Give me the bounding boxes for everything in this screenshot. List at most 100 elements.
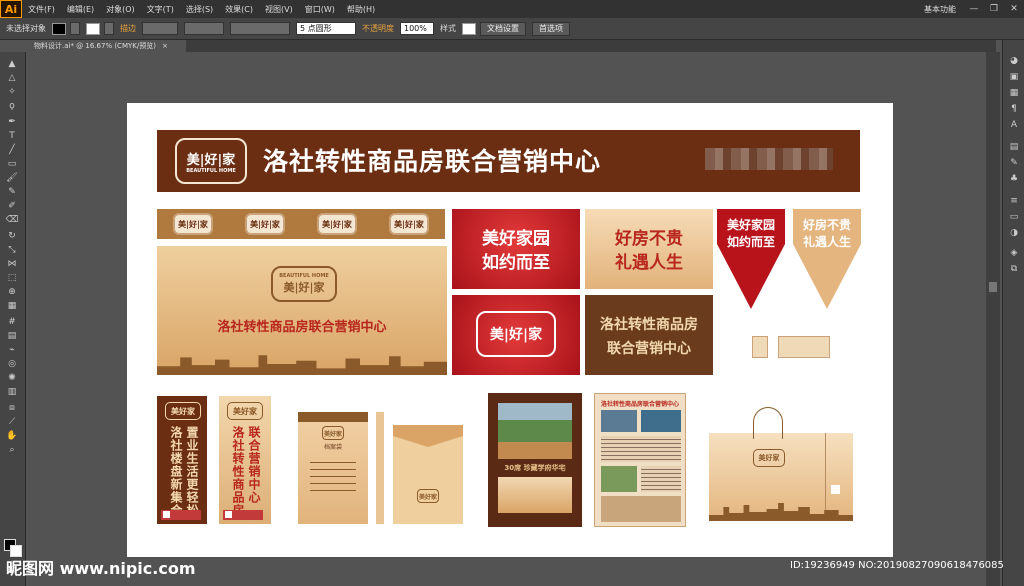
close-window-button[interactable]: ✕ (1004, 4, 1024, 14)
minimize-button[interactable]: — (964, 4, 984, 14)
symbols-panel-icon[interactable]: ♣ (1007, 174, 1021, 186)
shopping-bag-artwork[interactable]: 美好家 (709, 407, 853, 521)
menu-view[interactable]: 视图(V) (259, 4, 299, 15)
color-panel-icon[interactable]: ◕ (1007, 56, 1021, 68)
bag-qr-placeholder (831, 485, 840, 494)
magic-wand-tool-icon[interactable]: ✧ (5, 86, 19, 98)
hand-tool-icon[interactable]: ✋ (5, 430, 19, 442)
lasso-tool-icon[interactable]: ϙ (5, 100, 19, 112)
zoom-tool-icon[interactable]: ⌕ (5, 444, 19, 456)
layers-panel-icon[interactable]: ◈ (1007, 248, 1021, 260)
red-logo-card[interactable]: 美|好|家 (452, 295, 580, 375)
envelope-side-strip[interactable] (376, 412, 384, 524)
menu-effect[interactable]: 效果(C) (219, 4, 259, 15)
menu-edit[interactable]: 编辑(E) (61, 4, 100, 15)
poster-artwork[interactable]: 30席 珍藏学府华宅 (488, 393, 582, 527)
menu-help[interactable]: 帮助(H) (341, 4, 381, 15)
paintbrush-tool-icon[interactable]: 🖌 (5, 172, 19, 184)
variable-width-dropdown[interactable] (184, 22, 224, 35)
brown-rollup-stand[interactable]: 美好家 洛社楼盘新集合 置业生活更轻松 (157, 396, 207, 524)
artboard-tool-icon[interactable]: ⧈ (5, 402, 19, 414)
menu-window[interactable]: 窗口(W) (299, 4, 341, 15)
menu-select[interactable]: 选择(S) (180, 4, 219, 15)
cream-pennant-text: 好房不贵 礼遇人生 (793, 217, 861, 251)
character-panel-icon[interactable]: A (1007, 120, 1021, 132)
kt-board-artwork[interactable]: BEAUTIFUL HOME 美|好|家 洛社转性商品房联合营销中心 (157, 246, 447, 375)
shape-builder-tool-icon[interactable]: ⊕ (5, 286, 19, 298)
artboards-panel-icon[interactable]: ⧉ (1007, 264, 1021, 276)
stroke-profile-dropdown[interactable]: 5 点圆形 (296, 22, 356, 35)
style-swatch[interactable] (462, 22, 476, 35)
document-tab[interactable]: 物料设计.ai* @ 16.67% (CMYK/预览) × (26, 40, 186, 52)
brand-logo: 美|好|家 (389, 213, 429, 235)
symbol-sprayer-tool-icon[interactable]: ✺ (5, 372, 19, 384)
file-envelope-back[interactable]: 美好家 (393, 425, 463, 524)
document-setup-button[interactable]: 文档设置 (480, 21, 526, 36)
menu-file[interactable]: 文件(F) (22, 4, 61, 15)
blend-tool-icon[interactable]: ◎ (5, 358, 19, 370)
color-guide-icon[interactable]: ▣ (1007, 72, 1021, 84)
column-graph-tool-icon[interactable]: ▥ (5, 386, 19, 398)
mesh-tool-icon[interactable]: # (5, 316, 19, 328)
opacity-label[interactable]: 不透明度 (362, 23, 394, 34)
pencil-tool-icon[interactable]: ✎ (5, 186, 19, 198)
menu-object[interactable]: 对象(O) (100, 4, 141, 15)
opacity-input[interactable]: 100% (400, 22, 434, 35)
artboard[interactable]: 美|好|家 BEAUTIFUL HOME 洛社转性商品房联合营销中心 美|好|家… (127, 103, 893, 557)
maximize-button[interactable]: ❐ (984, 4, 1004, 14)
blob-brush-tool-icon[interactable]: ✐ (5, 200, 19, 212)
file-envelope-front[interactable]: 美好家 档案袋 (298, 412, 368, 524)
stroke-color-swatch[interactable] (86, 22, 100, 35)
small-wrap-artwork[interactable] (778, 336, 830, 358)
line-tool-icon[interactable]: ╱ (5, 144, 19, 156)
stroke-panel-icon[interactable]: ≡ (1007, 196, 1021, 208)
red-pennant-line-1: 美好家园 (726, 218, 775, 232)
red-slogan-card[interactable]: 美好家园 如约而至 (452, 209, 580, 289)
close-tab-icon[interactable]: × (162, 42, 168, 50)
logo-strip-artwork[interactable]: 美|好|家 美|好|家 美|好|家 美|好|家 (157, 209, 445, 239)
direct-selection-tool-icon[interactable]: △ (5, 72, 19, 84)
selection-tool-icon[interactable]: ▲ (5, 58, 19, 70)
rotate-tool-icon[interactable]: ↻ (5, 230, 19, 242)
small-cup-artwork[interactable] (752, 336, 768, 358)
cream-slogan-card[interactable]: 好房不贵 礼遇人生 (585, 209, 713, 289)
banner-artwork[interactable]: 美|好|家 BEAUTIFUL HOME 洛社转性商品房联合营销中心 (157, 130, 860, 192)
preferences-button[interactable]: 首选项 (532, 21, 570, 36)
scale-tool-icon[interactable]: ⤡ (5, 244, 19, 256)
brushes-panel-icon[interactable]: ✎ (1007, 158, 1021, 170)
cream-rollup-stand[interactable]: 美好家 洛社转性商品房 联合营销中心 (219, 396, 271, 524)
align-panel-icon[interactable]: ▤ (1007, 142, 1021, 154)
stand2-column-a: 洛社转性商品房 (231, 426, 245, 517)
red-pennant-flag[interactable]: 美好家园 如约而至 (717, 209, 785, 309)
menu-type[interactable]: 文字(T) (141, 4, 180, 15)
vertical-scrollbar[interactable] (986, 52, 1000, 586)
fill-color-swatch[interactable] (52, 22, 66, 35)
brush-dropdown[interactable] (230, 22, 290, 35)
scrollbar-thumb[interactable] (989, 282, 997, 292)
eraser-tool-icon[interactable]: ⌫ (5, 214, 19, 226)
stroke-weight-input[interactable] (142, 22, 178, 35)
swatches-panel-icon[interactable]: ▦ (1007, 88, 1021, 100)
slice-tool-icon[interactable]: ⟋ (5, 416, 19, 428)
pen-tool-icon[interactable]: ✒ (5, 116, 19, 128)
envelope-flap (393, 425, 463, 447)
transparency-panel-icon[interactable]: ◑ (1007, 228, 1021, 240)
brown-title-card[interactable]: 洛社转性商品房 联合营销中心 (585, 295, 713, 375)
flyer-artwork[interactable]: 洛社转性商品房联合营销中心 (594, 393, 686, 527)
gradient-panel-icon[interactable]: ▭ (1007, 212, 1021, 224)
stroke-dropdown[interactable] (104, 22, 114, 35)
brown-title-line-2: 联合营销中心 (607, 341, 691, 357)
gradient-tool-icon[interactable]: ▤ (5, 330, 19, 342)
perspective-grid-tool-icon[interactable]: ▦ (5, 300, 19, 312)
fill-dropdown[interactable] (70, 22, 80, 35)
width-tool-icon[interactable]: ⋈ (5, 258, 19, 270)
type-tool-icon[interactable]: T (5, 130, 19, 142)
stand2-column-b: 联合营销中心 (247, 426, 261, 504)
eyedropper-tool-icon[interactable]: ⌁ (5, 344, 19, 356)
free-transform-tool-icon[interactable]: ⬚ (5, 272, 19, 284)
cream-pennant-flag[interactable]: 好房不贵 礼遇人生 (793, 209, 861, 309)
workspace-switcher[interactable]: 基本功能 (916, 4, 964, 15)
rectangle-tool-icon[interactable]: ▭ (5, 158, 19, 170)
paragraph-panel-icon[interactable]: ¶ (1007, 104, 1021, 116)
stroke-label[interactable]: 描边 (120, 23, 136, 34)
